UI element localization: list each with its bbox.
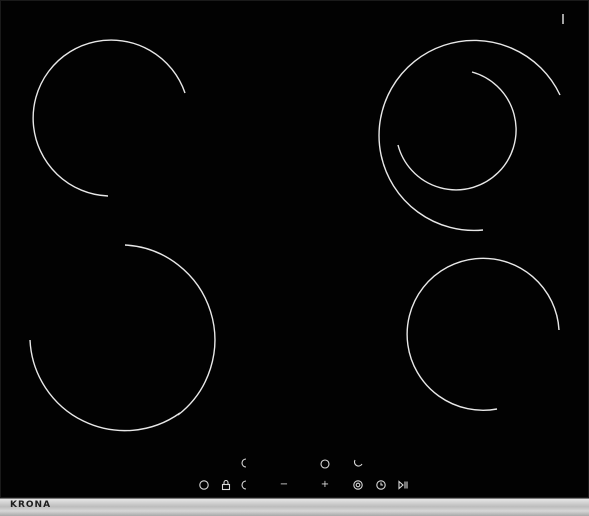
zone-select-icon: [241, 458, 247, 468]
play-pause-icon: [398, 480, 408, 490]
zone-rear-right-inner: [397, 71, 517, 191]
dual-zone-button[interactable]: [352, 479, 364, 491]
play-pause-button[interactable]: [397, 479, 409, 491]
timer-icon: [376, 480, 386, 490]
plus-button[interactable]: +: [319, 479, 331, 491]
lock-button[interactable]: [220, 479, 232, 491]
zone-indicator-top-right[interactable]: [352, 457, 364, 469]
zone-indicator-top-mid[interactable]: [319, 458, 331, 470]
zone-indicator-top-left[interactable]: [238, 457, 250, 469]
zone-select-icon: [320, 459, 330, 469]
zone-front-right: [406, 257, 560, 411]
zone-select-button[interactable]: [238, 479, 250, 491]
power-icon: [199, 480, 209, 490]
brand-logo: KRONA: [10, 500, 52, 510]
zone-select-icon: [241, 480, 247, 490]
lock-icon: [221, 479, 231, 491]
cooking-zones: [29, 14, 564, 432]
zone-rear-left: [29, 244, 216, 432]
stainless-frame: [0, 498, 589, 516]
power-button[interactable]: [198, 479, 210, 491]
cooktop: − + KRONA: [0, 0, 589, 516]
zone-front-left: [32, 39, 186, 197]
dual-zone-icon: [353, 480, 363, 490]
minus-button[interactable]: −: [278, 479, 290, 491]
zone-select-icon: [353, 459, 363, 467]
zone-rear-right-outer: [378, 39, 561, 232]
timer-button[interactable]: [375, 479, 387, 491]
